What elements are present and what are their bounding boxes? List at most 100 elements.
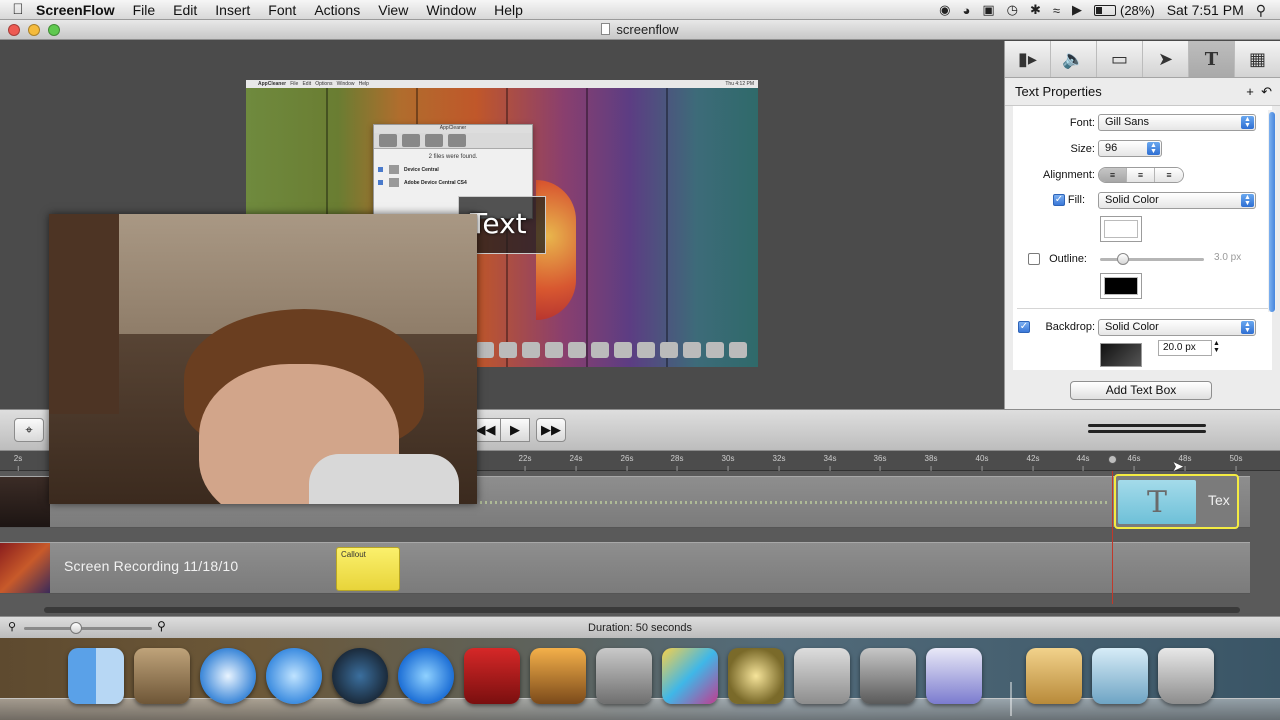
backdrop-popup[interactable]: Solid Color ▲ ▼ [1098,319,1256,336]
fill-popup[interactable]: Solid Color ▲ ▼ [1098,192,1256,209]
size-popup[interactable]: 96 ▲ ▼ [1098,140,1162,157]
mail-icon[interactable] [134,648,190,704]
star-icon[interactable] [728,648,784,704]
webcam-video[interactable] [49,214,477,504]
others-icon [448,134,466,147]
outline-label: Outline: [1049,253,1087,265]
add-text-box-button[interactable]: Add Text Box [1070,381,1212,400]
person-shirt [309,454,459,504]
align-center-icon[interactable]: ≡ [1127,168,1155,182]
inspector-scrollbar[interactable] [1268,110,1276,312]
dock-thumb [591,342,609,358]
status-area: ◉ ◕ ▣ ◷ ✱ ≈ ▶ (28%) Sat 7:51 PM ⚲ [939,0,1266,20]
preview-icon[interactable] [1092,648,1148,704]
reset-icon[interactable]: ↶ [1261,84,1272,99]
play-button[interactable]: ▶ [500,418,530,442]
scroll-thumb[interactable] [1269,112,1275,312]
bluetooth-icon[interactable]: ✱ [1030,2,1041,18]
ruler-tick: 46s [1127,454,1141,471]
menu-help[interactable]: Help [494,2,523,18]
add-icon[interactable]: + [1246,84,1254,99]
pointer-icon[interactable]: ➤ [1143,41,1189,77]
ruler-tick: 28s [670,454,684,471]
status-bar: ⚲ ⚲ Duration: 50 seconds [0,616,1280,638]
webcam-clip-thumbnail [0,477,50,527]
uninstall-icon [379,134,397,147]
apple-menu-icon[interactable]:  [0,1,36,18]
safari-icon[interactable] [200,648,256,704]
popup-arrows-icon: ▲ ▼ [1241,116,1254,129]
app-menu[interactable]: ScreenFlow [36,2,115,18]
menu-window[interactable]: Window [426,2,476,18]
size-label: Size: [1070,143,1095,155]
volume-icon[interactable]: ▶ [1072,2,1082,18]
display-mirror-icon[interactable]: ▣ [982,2,994,18]
address-book-icon[interactable] [1026,648,1082,704]
finder-icon[interactable] [68,648,124,704]
level-bar [1088,430,1206,433]
clock[interactable]: Sat 7:51 PM [1167,2,1244,18]
popup-arrows-icon: ▲ ▼ [1147,142,1160,155]
appcleaner-icon[interactable] [794,648,850,704]
backdrop-label: Backdrop: [1045,321,1095,333]
spotlight-icon[interactable]: ⚲ [1256,2,1266,19]
webcam-icon[interactable] [332,648,388,704]
itunes-icon[interactable] [398,648,454,704]
timeline-scrollbar[interactable] [0,604,1280,616]
text-overlay[interactable]: Text [470,207,527,240]
duration-label: Duration: 50 seconds [588,622,692,634]
outline-slider-knob[interactable] [1117,253,1129,265]
fast-forward-button[interactable]: ▶▶ [536,418,566,442]
dock [0,638,1280,720]
outline-color-swatch[interactable] [1100,273,1142,299]
font-label: Font: [1069,117,1095,129]
ruler-tick: 50s [1229,454,1243,471]
wifi-icon[interactable]: ≈ [1053,3,1060,18]
menu-actions[interactable]: Actions [314,2,360,18]
screenflow-record-icon[interactable]: ◉ [939,2,950,18]
text-clip-label: Tex [1208,492,1230,508]
fill-color-swatch[interactable] [1100,216,1142,242]
game-icon[interactable] [926,648,982,704]
imovie-icon[interactable] [596,648,652,704]
menu-insert[interactable]: Insert [215,2,250,18]
align-right-icon[interactable]: ≡ [1155,168,1183,182]
menu-font[interactable]: Font [268,2,296,18]
dock-thumb [499,342,517,358]
text-clip[interactable]: T Tex [1114,474,1239,529]
callout-icon[interactable]: ▦ [1235,41,1280,77]
text-icon[interactable]: T [1189,41,1235,77]
menu-edit[interactable]: Edit [173,2,197,18]
trash-icon[interactable] [1158,648,1214,704]
battery-status[interactable]: (28%) [1094,3,1155,18]
callout-clip[interactable]: Callout [336,547,400,591]
system-preferences-icon[interactable] [860,648,916,704]
timeline-scroll-thumb[interactable] [44,607,1240,613]
divider [1017,308,1268,309]
align-left-icon[interactable]: ≡ [1099,168,1127,182]
playhead-handle[interactable] [1108,455,1117,464]
time-machine-icon[interactable]: ◷ [1007,2,1018,18]
crop-icon[interactable]: ⌖ [14,418,44,442]
fill-label: Fill: [1067,194,1085,206]
menu-file[interactable]: File [133,2,156,18]
menu-view[interactable]: View [378,2,408,18]
playhead[interactable] [1112,471,1113,616]
font-popup[interactable]: Gill Sans ▲ ▼ [1098,114,1256,131]
speaker-icon[interactable]: 🔈 [1051,41,1097,77]
sync-icon[interactable]: ◕ [962,3,970,18]
video-camera-icon[interactable]: ▮▸ [1005,41,1051,77]
popup-arrows-icon: ▲ ▼ [1241,194,1254,207]
text-clip-icon: T [1118,480,1196,524]
photo-booth-icon[interactable] [464,648,520,704]
iphoto-icon[interactable] [530,648,586,704]
outline-slider-track[interactable] [1100,258,1204,261]
screenflow-icon[interactable] [662,648,718,704]
screen-recording-track[interactable]: Screen Recording 11/18/10 Callout [0,542,1250,594]
display-icon[interactable]: ▭ [1097,41,1143,77]
appcleaner-item: Adobe Device Central CS4 [374,178,532,187]
backdrop-color-swatch[interactable] [1100,343,1142,367]
backdrop-stepper-icon[interactable]: ▲ ▼ [1213,340,1220,354]
ichat-icon[interactable] [266,648,322,704]
backdrop-px-field[interactable]: 20.0 px [1158,340,1212,356]
